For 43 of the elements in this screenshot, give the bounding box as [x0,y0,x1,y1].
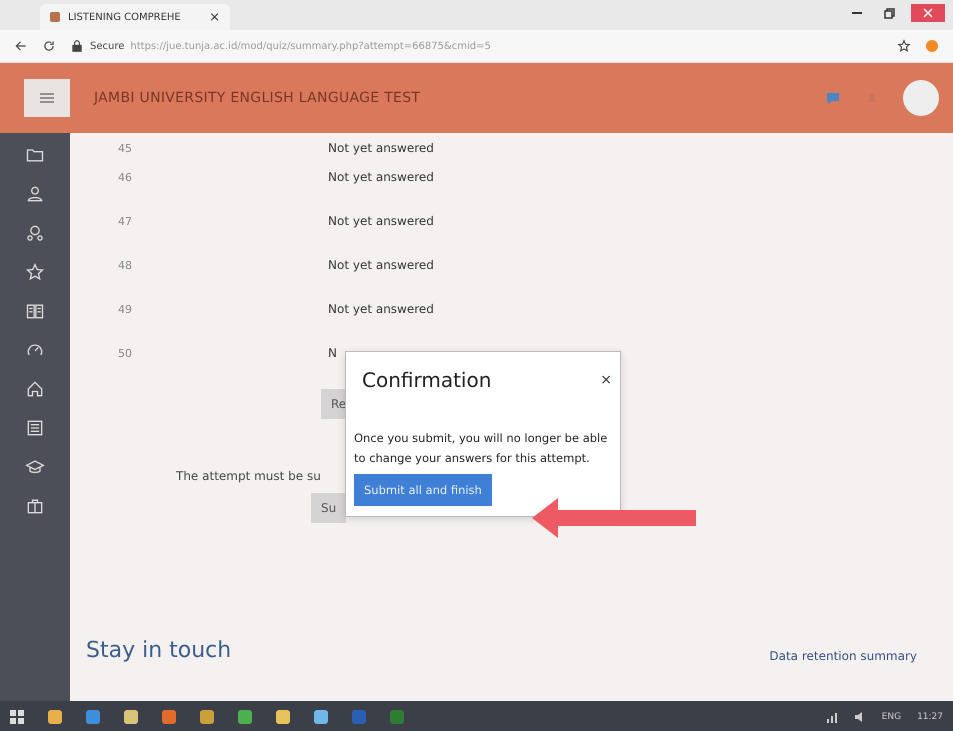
question-number: 46 [118,170,133,184]
notice-text: The attempt must be su [176,469,321,483]
menu-button[interactable] [24,79,70,117]
submit-all-button[interactable]: Submit all and finish [354,474,492,506]
star-icon [897,39,911,53]
question-number: 47 [118,214,133,228]
dialog-message: Once you submit, you will no longer be able to change your answers for this attempt. [354,430,608,467]
dialog-title: Confirmation [362,368,492,392]
question-number: 45 [118,142,133,155]
question-status: N [328,346,337,360]
question-status: Not yet answered [328,141,434,155]
windows-icon[interactable] [10,710,24,724]
question-number: 48 [118,258,133,272]
question-status: Not yet answered [328,214,434,228]
question-status: Not yet answered [328,302,434,316]
browser-tab[interactable]: LISTENING COMPREHE × [40,4,230,30]
reload-icon [42,39,56,53]
question-number: 50 [118,346,133,360]
star-icon[interactable] [25,262,45,282]
secure-label: Secure [90,40,124,52]
clock[interactable]: 11:27 [917,712,943,722]
question-status: Not yet answered [328,258,434,272]
favicon-icon [50,12,60,22]
network-icon[interactable] [826,710,838,722]
question-status: Not yet answered [328,170,434,184]
lock-icon [70,39,84,53]
data-retention-link[interactable]: Data retention summary [769,649,917,663]
home-icon[interactable] [25,379,45,399]
url-text: https://jue.tunja.ac.id/mod/quiz/summary.php?attempt=66875&cmid=5 [130,40,491,52]
users-icon[interactable] [25,223,45,243]
language-indicator[interactable]: ENG [882,712,902,722]
submit-button[interactable]: Su [311,493,346,523]
list-icon[interactable] [25,418,45,438]
footer-heading: Stay in touch [86,638,232,663]
back-icon [14,39,28,53]
tab-close-button[interactable]: × [209,10,220,24]
user-icon[interactable] [25,184,45,204]
close-button[interactable]: × [600,372,612,388]
avatar[interactable] [903,80,939,116]
question-number: 49 [118,302,133,316]
close-icon[interactable] [911,4,945,22]
tab-title: LISTENING COMPREHE [68,12,181,22]
menu-icon [40,93,54,103]
